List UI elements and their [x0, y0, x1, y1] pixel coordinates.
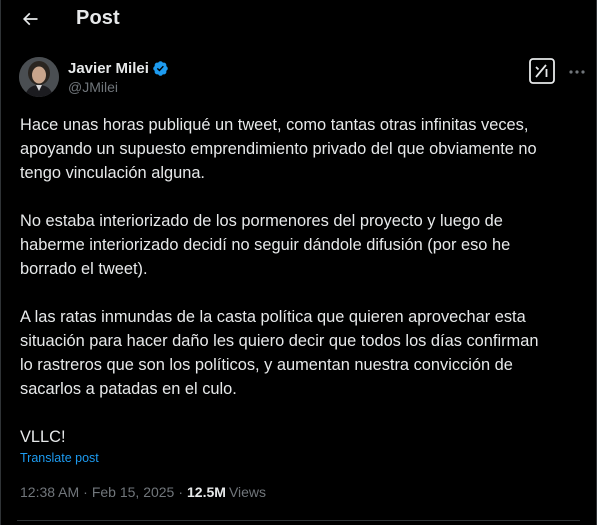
author-handle[interactable]: @JMilei: [68, 79, 169, 95]
author-name[interactable]: Javier Milei: [68, 60, 149, 77]
translate-post-link[interactable]: Translate post: [20, 451, 99, 465]
more-horizontal-icon: [569, 70, 585, 74]
author-name-row: Javier Milei: [68, 58, 169, 78]
arrow-left-icon: [22, 12, 38, 26]
author-info[interactable]: Javier Milei @JMilei: [68, 58, 169, 95]
divider: [17, 520, 580, 521]
tweet-paragraph: No estaba interiorizado de los pormenore…: [20, 212, 511, 278]
grok-button[interactable]: [529, 58, 555, 84]
tweet-paragraph: VLLC!: [20, 428, 66, 446]
post-time[interactable]: 12:38 AM: [20, 484, 79, 500]
tweet-paragraph: A las ratas inmundas de la casta polític…: [20, 308, 539, 398]
post-date[interactable]: Feb 15, 2025: [92, 484, 175, 500]
more-options-button[interactable]: [567, 62, 587, 82]
avatar-photo-icon: [19, 57, 59, 97]
tweet-paragraph: Hace unas horas publiqué un tweet, como …: [20, 116, 537, 182]
verified-badge-icon[interactable]: [152, 60, 169, 77]
tweet-text: Hace unas horas publiqué un tweet, como …: [20, 113, 590, 449]
views-count: 12.5M: [187, 484, 226, 500]
page-title: Post: [76, 7, 120, 29]
post-page: Post Javier Milei @JMilei Hace unas hora…: [0, 0, 597, 525]
post-header: Post: [1, 0, 596, 38]
avatar[interactable]: [19, 57, 59, 97]
views-label: Views: [228, 484, 267, 500]
meta-separator: ·: [178, 484, 184, 500]
back-button[interactable]: [17, 6, 43, 32]
meta-separator: ·: [83, 484, 88, 500]
grok-icon: [529, 58, 555, 84]
post-metadata: 12:38 AM · Feb 15, 2025 · 12.5M Views: [20, 484, 266, 500]
